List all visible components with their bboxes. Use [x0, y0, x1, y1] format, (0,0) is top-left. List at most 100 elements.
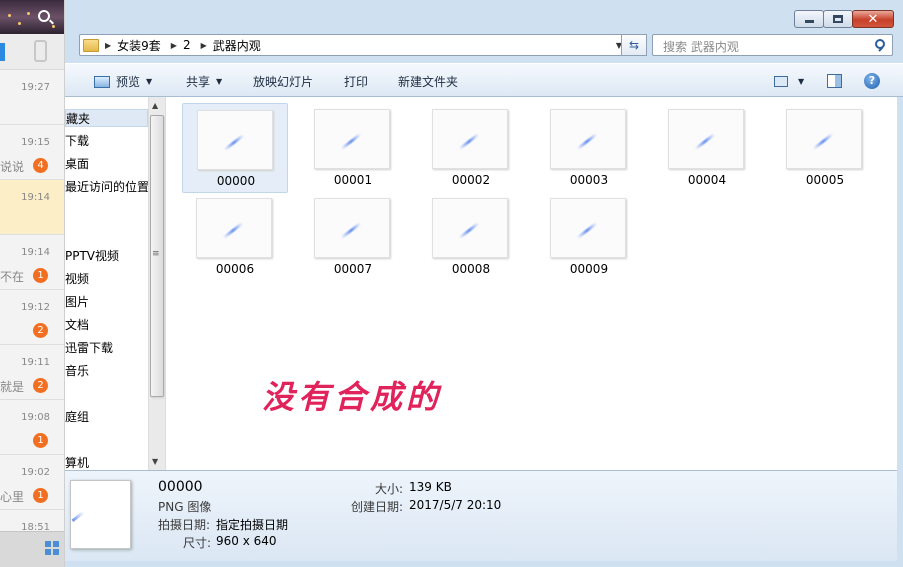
conversation-item[interactable]: 19:15 说说 4: [0, 125, 64, 180]
file-thumbnail: [668, 109, 744, 169]
nav-item[interactable]: 音乐: [65, 362, 89, 380]
file-name: 00002: [451, 173, 491, 187]
unread-badge: 4: [33, 158, 48, 173]
search-icon[interactable]: [38, 10, 50, 22]
conversation-snippet: 心里: [0, 490, 25, 504]
breadcrumb-arrow-icon[interactable]: ▶: [201, 41, 207, 50]
conversation-snippet: 就是: [0, 380, 25, 394]
conversation-item[interactable]: 19:14: [0, 180, 64, 235]
conversation-item[interactable]: 19:14 不在 1: [0, 235, 64, 290]
nav-item[interactable]: 图片: [65, 293, 89, 311]
scroll-down-icon[interactable]: ▼: [152, 457, 158, 466]
phone-icon[interactable]: [34, 40, 47, 62]
file-name: 00006: [215, 262, 255, 276]
view-options-icon[interactable]: [774, 76, 788, 87]
size-label: 大小:: [375, 482, 404, 496]
file-tile[interactable]: 00001: [300, 103, 406, 193]
file-name: 00000: [216, 174, 256, 188]
conversation-item[interactable]: 19:08 1: [0, 400, 64, 455]
print-button[interactable]: 打印: [344, 73, 368, 90]
address-bar[interactable]: ▶ 女装9套 ▶ 2 ▶ 武器内观 ▼: [79, 34, 627, 56]
maximize-button[interactable]: [823, 10, 853, 28]
file-thumbnail: [550, 109, 626, 169]
preview-button[interactable]: 预览 ▼: [94, 73, 152, 90]
caption-buttons: ✕: [794, 10, 894, 28]
chat-top-row: [0, 34, 64, 70]
nav-item[interactable]: 文档: [65, 316, 89, 334]
file-tile[interactable]: 00000: [182, 103, 288, 193]
file-tile[interactable]: 00002: [418, 103, 524, 193]
breadcrumb-item[interactable]: 女装9套: [117, 37, 161, 54]
breadcrumb-item[interactable]: 武器内观: [213, 37, 261, 54]
preview-pane-icon[interactable]: [827, 74, 842, 88]
new-folder-button[interactable]: 新建文件夹: [398, 73, 458, 90]
nav-item[interactable]: 庭组: [65, 408, 89, 426]
nav-item[interactable]: PPTV视频: [65, 247, 119, 265]
nav-item[interactable]: 下载: [65, 132, 89, 150]
file-name: 00004: [687, 173, 727, 187]
search-input[interactable]: 搜索 武器内观: [652, 34, 893, 56]
apps-grid-icon[interactable]: [45, 541, 59, 555]
chat-bottom-bar: [0, 531, 64, 567]
conversation-time: 19:14: [21, 192, 50, 203]
minimize-button[interactable]: [794, 10, 824, 28]
dimensions-value: 960 x 640: [216, 534, 277, 548]
preview-label: 预览: [116, 75, 141, 89]
breadcrumb-item[interactable]: 2: [183, 38, 191, 52]
search-icon[interactable]: [875, 39, 885, 49]
preview-icon: [94, 75, 110, 88]
share-button[interactable]: 共享 ▼: [186, 73, 222, 90]
chevron-down-icon: ▼: [146, 77, 153, 86]
file-tile[interactable]: 00004: [654, 103, 760, 193]
file-tile[interactable]: 00003: [536, 103, 642, 193]
help-icon[interactable]: ?: [864, 73, 880, 89]
share-label: 共享: [186, 75, 211, 89]
created-date-label: 创建日期:: [351, 500, 404, 514]
slideshow-button[interactable]: 放映幻灯片: [253, 73, 313, 90]
close-button[interactable]: ✕: [852, 10, 894, 28]
scroll-grip-icon: ≡: [152, 249, 160, 259]
nav-item[interactable]: 视频: [65, 270, 89, 288]
conversation-item[interactable]: 19:27: [0, 70, 64, 125]
conversation-item[interactable]: 19:02 心里 1: [0, 455, 64, 510]
details-file-name: 00000: [158, 479, 203, 495]
file-tile[interactable]: 00008: [418, 192, 524, 282]
file-tile[interactable]: 00005: [772, 103, 878, 193]
nav-scrollbar[interactable]: ▲ ≡ ▼: [148, 97, 165, 470]
breadcrumb-arrow-icon[interactable]: ▶: [105, 41, 111, 50]
size-value: 139 KB: [409, 480, 452, 494]
scroll-up-icon[interactable]: ▲: [152, 101, 158, 110]
file-thumbnail: [314, 109, 390, 169]
conversation-time: 19:14: [21, 247, 50, 258]
unread-badge: 1: [33, 268, 48, 283]
breadcrumb-arrow-icon[interactable]: ▶: [171, 41, 177, 50]
breadcrumb: ▶ 女装9套 ▶ 2 ▶ 武器内观: [105, 37, 271, 54]
conversation-snippet: 说说: [0, 160, 25, 174]
nav-item[interactable]: 迅雷下载: [65, 339, 113, 357]
file-thumbnail: [432, 198, 508, 258]
chevron-down-icon[interactable]: ▼: [798, 77, 804, 86]
file-tile[interactable]: 00007: [300, 192, 406, 282]
file-name: 00007: [333, 262, 373, 276]
file-name: 00005: [805, 173, 845, 187]
conversation-item[interactable]: 19:12 2: [0, 290, 64, 345]
conversation-time: 19:02: [21, 467, 50, 478]
date-taken-label: 拍摄日期:: [158, 518, 211, 532]
refresh-button[interactable]: ⇆: [621, 34, 647, 56]
nav-item[interactable]: 最近访问的位置: [65, 178, 149, 196]
conversation-item[interactable]: 19:11 就是 2: [0, 345, 64, 400]
command-bar: 预览 ▼ 共享 ▼ 放映幻灯片 打印 新建文件夹 ▼ ?: [65, 63, 903, 97]
file-name: 00008: [451, 262, 491, 276]
date-taken-value[interactable]: 指定拍摄日期: [216, 516, 288, 533]
nav-item[interactable]: 算机: [65, 454, 89, 470]
chat-sidebar: 19:27 19:15 说说 4 19:14 19:14 不在 1 19:12 2 19:11 就是 2…: [0, 0, 65, 567]
file-tile[interactable]: 00009: [536, 192, 642, 282]
unread-badge: 2: [33, 378, 48, 393]
conversation-time: 19:27: [21, 82, 50, 93]
file-tile[interactable]: 00006: [182, 192, 288, 282]
new-folder-label: 新建文件夹: [398, 75, 459, 89]
nav-item[interactable]: 藏夹: [65, 109, 148, 127]
nav-item[interactable]: 桌面: [65, 155, 89, 173]
conversation-time: 19:15: [21, 137, 50, 148]
unread-badge: 2: [33, 323, 48, 338]
